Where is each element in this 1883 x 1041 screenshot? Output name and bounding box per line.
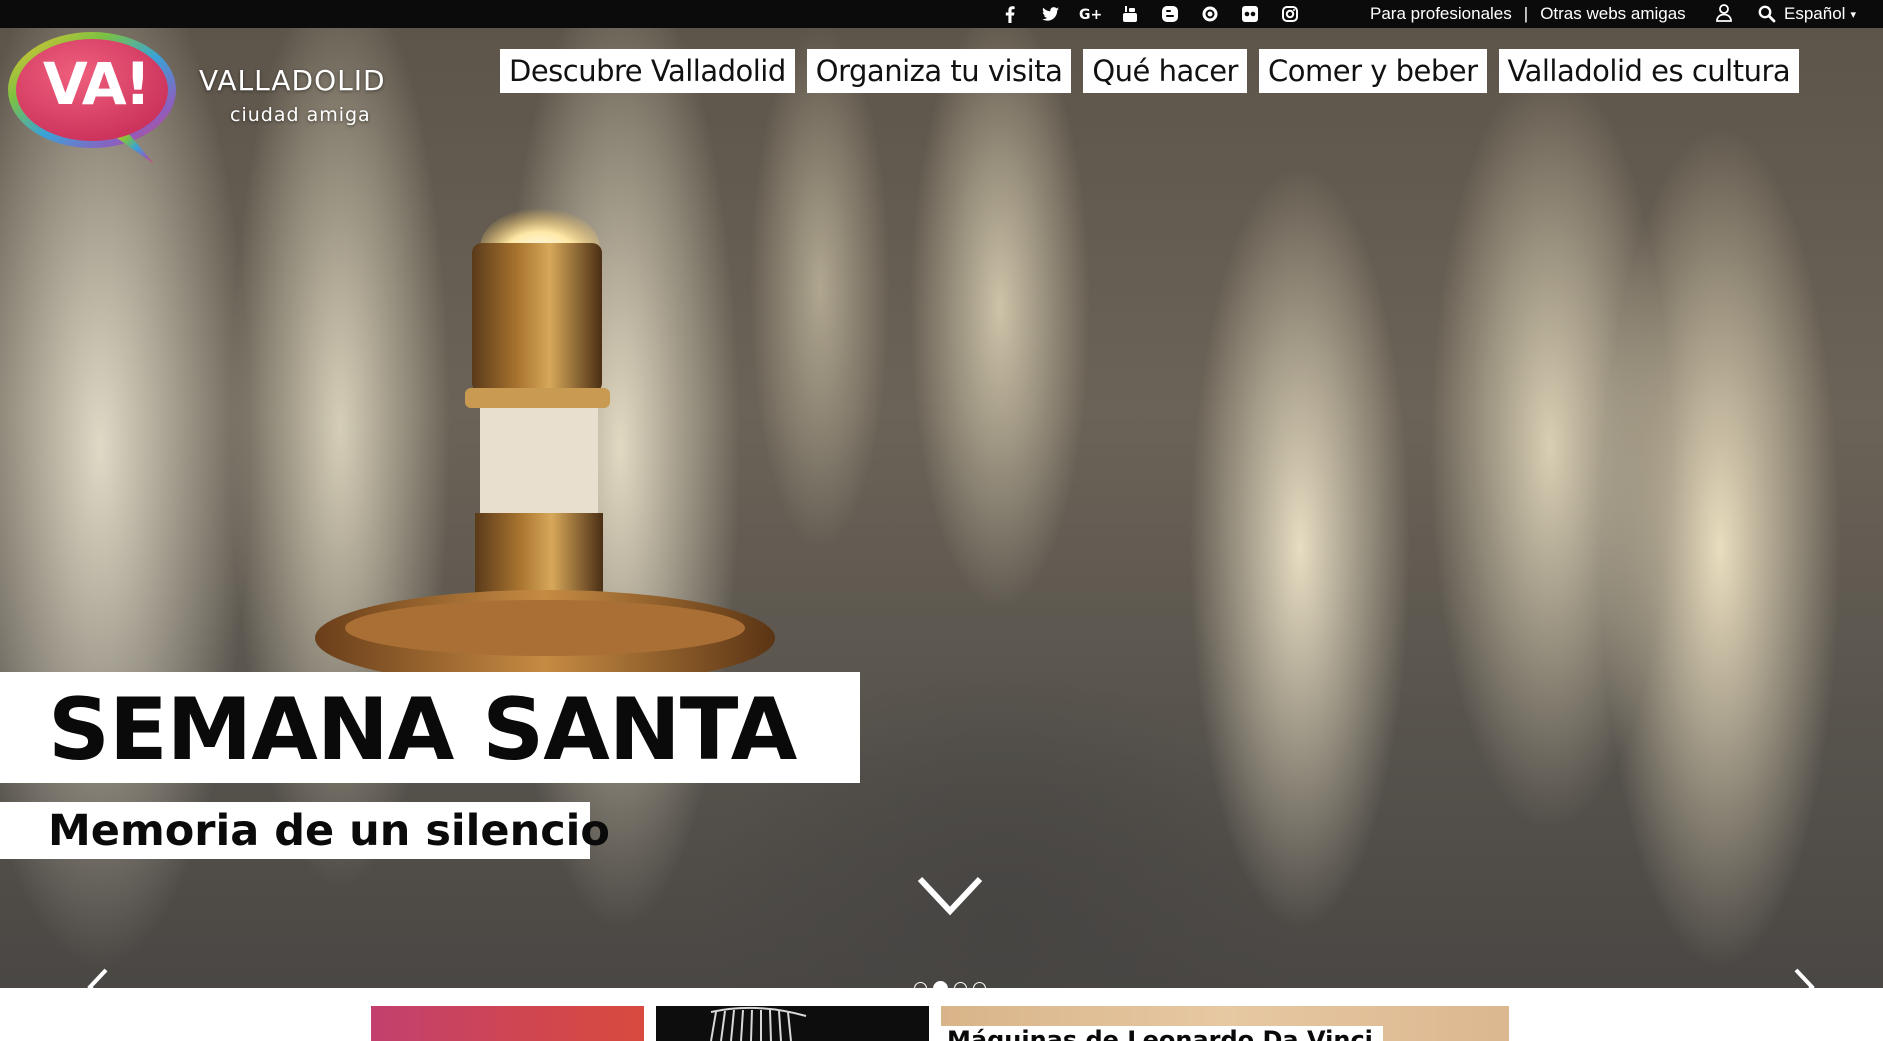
language-selector[interactable]: Español ▾ [1758,0,1856,28]
top-bar: G+ Para profesionales | Otras webs amiga… [0,0,1883,28]
logo-subtitle: ciudad amiga [230,104,371,126]
top-links: Para profesionales | Otras webs amigas [1370,0,1686,28]
hero-subtitle: Memoria de un silencio [48,806,610,856]
facebook-icon[interactable] [990,0,1030,28]
card-title: Máquinas de Leonardo Da Vinci [941,1026,1383,1041]
nav-plan-your-visit[interactable]: Organiza tu visita [806,49,1072,93]
flickr-icon[interactable] [1230,0,1270,28]
top-links-separator: | [1523,4,1529,23]
search-icon[interactable] [1758,5,1776,23]
logo-title: VALLADOLID [199,64,386,97]
slide-dot-active[interactable] [933,981,948,988]
featured-card[interactable] [656,1006,929,1041]
twitter-icon[interactable] [1030,0,1070,28]
candle-illustration [315,208,775,686]
card-image [710,1006,807,1041]
hero-title: SEMANA SANTA [48,680,797,780]
hero-subtitle-box: Memoria de un silencio [0,802,610,859]
previous-slide-button[interactable] [84,966,112,988]
chevron-down-icon: ▾ [1850,7,1856,21]
user-icon[interactable] [1714,3,1734,23]
featured-cards: Máquinas de Leonardo Da Vinci [0,988,1883,1041]
hero-title-box: SEMANA SANTA [0,672,860,783]
site-logo[interactable]: VA! VALLADOLID ciudad amiga [4,28,404,168]
nav-valladolid-culture[interactable]: Valladolid es cultura [1498,49,1800,93]
main-navigation: Descubre Valladolid Organiza tu visita Q… [500,49,1800,93]
nav-what-to-do[interactable]: Qué hacer [1083,49,1247,93]
next-slide-button[interactable] [1790,966,1818,988]
svg-text:G+: G+ [1079,7,1101,21]
issuu-icon[interactable] [1190,0,1230,28]
logo-mark: VA! [42,50,151,118]
featured-card-leonardo[interactable]: Máquinas de Leonardo Da Vinci [941,1006,1509,1041]
featured-card[interactable] [371,1006,644,1041]
google-plus-icon[interactable]: G+ [1070,0,1110,28]
instagram-icon[interactable] [1270,0,1310,28]
youtube-icon[interactable] [1110,0,1150,28]
blogger-icon[interactable] [1150,0,1190,28]
nav-discover-valladolid[interactable]: Descubre Valladolid [500,49,795,93]
social-links: G+ [990,0,1310,28]
scroll-down-icon[interactable] [916,873,984,919]
nav-eat-and-drink[interactable]: Comer y beber [1258,49,1487,93]
professionals-link[interactable]: Para profesionales [1370,4,1512,24]
language-label: Español [1784,4,1846,23]
friendly-websites-link[interactable]: Otras webs amigas [1540,4,1686,24]
